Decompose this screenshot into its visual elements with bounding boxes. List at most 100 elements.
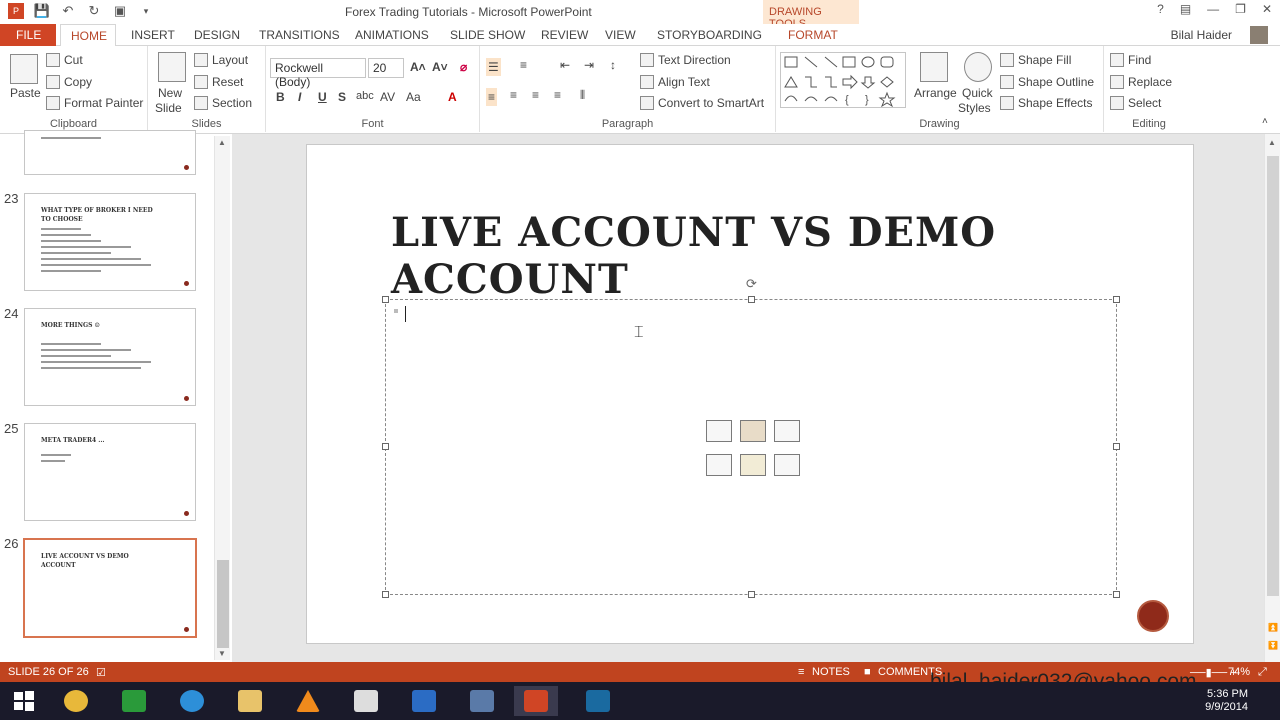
slide-thumbnail-22[interactable]	[24, 130, 196, 175]
undo-icon[interactable]: ↶	[60, 3, 76, 19]
arrange-button[interactable]: Arrange	[914, 86, 957, 100]
editor-scrollbar[interactable]: ▲ ⏫ ⏬	[1264, 134, 1280, 662]
shape-effects-button[interactable]: Shape Effects	[1000, 96, 1093, 110]
slide-title[interactable]: LIVE ACCOUNT VS DEMO ACCOUNT	[391, 209, 1193, 303]
start-button[interactable]	[2, 686, 46, 716]
notes-button[interactable]: NOTES	[812, 666, 850, 678]
help-icon[interactable]: ?	[1157, 2, 1164, 16]
mail-taskbar-button[interactable]	[402, 686, 446, 716]
vlc-taskbar-button[interactable]	[286, 686, 330, 716]
comments-icon[interactable]: ■	[864, 666, 871, 678]
shapes-gallery[interactable]: {}	[780, 52, 906, 108]
thumbnail-scrollbar[interactable]: ▲ ▼	[214, 136, 230, 660]
start-from-beginning-icon[interactable]: ▣	[112, 3, 128, 19]
align-center-icon[interactable]: ≡	[510, 88, 517, 102]
shape-outline-button[interactable]: Shape Outline	[1000, 75, 1094, 89]
numbering-icon[interactable]: ≡	[520, 58, 527, 72]
restore-icon[interactable]: ❐	[1235, 2, 1246, 16]
format-painter-button[interactable]: Format Painter	[46, 96, 143, 110]
collapse-ribbon-icon[interactable]: ˄	[1262, 116, 1268, 127]
powerpoint-app-icon[interactable]: P	[8, 3, 24, 19]
quick-styles-icon[interactable]	[964, 52, 992, 82]
customize-qat-icon[interactable]: ▾	[138, 3, 154, 19]
grow-font-icon[interactable]: A˄	[410, 60, 426, 74]
columns-icon[interactable]: ⫴	[580, 88, 585, 103]
content-placeholder[interactable]: ⟳ ⌶	[382, 276, 1120, 598]
insert-chart-icon[interactable]	[740, 420, 766, 442]
resize-handle[interactable]	[748, 296, 755, 303]
recorder-taskbar-button[interactable]	[460, 686, 504, 716]
paste-icon[interactable]	[10, 54, 38, 84]
prev-slide-icon[interactable]: ⏫	[1268, 623, 1278, 632]
tab-design[interactable]: DESIGN	[194, 28, 240, 42]
align-right-icon[interactable]: ≡	[532, 88, 539, 102]
online-pictures-icon[interactable]	[740, 454, 766, 476]
tab-animations[interactable]: ANIMATIONS	[355, 28, 429, 42]
scroll-up-icon[interactable]: ▲	[218, 138, 226, 147]
font-name-combo[interactable]: Rockwell (Body)	[270, 58, 366, 89]
convert-smartart-button[interactable]: Convert to SmartArt	[640, 96, 764, 110]
justify-icon[interactable]: ≡	[554, 88, 561, 102]
explorer-taskbar-button[interactable]	[228, 686, 272, 716]
insert-smartart-icon[interactable]	[774, 420, 800, 442]
resize-handle[interactable]	[1113, 443, 1120, 450]
ie-taskbar-button[interactable]	[170, 686, 214, 716]
bold-icon[interactable]: B	[276, 90, 285, 104]
scroll-down-icon[interactable]: ▼	[218, 649, 226, 658]
replace-button[interactable]: Replace	[1110, 75, 1172, 89]
thumbnail-scroll-thumb[interactable]	[217, 560, 229, 648]
tab-format[interactable]: FORMAT	[788, 28, 838, 42]
clear-formatting-icon[interactable]: ⌀	[460, 60, 467, 74]
slide-thumbnail-24[interactable]: MORE THINGS ☺	[24, 308, 196, 406]
character-spacing-icon[interactable]: AV	[380, 90, 395, 104]
rotate-handle-icon[interactable]: ⟳	[746, 276, 757, 292]
strikethrough-icon[interactable]: abc	[356, 90, 374, 102]
save-icon[interactable]: 💾	[34, 3, 50, 19]
spelling-icon[interactable]: ☑	[96, 666, 106, 679]
unity-taskbar-button[interactable]	[344, 686, 388, 716]
decrease-indent-icon[interactable]: ⇤	[560, 58, 570, 72]
next-slide-icon[interactable]: ⏬	[1268, 641, 1278, 650]
slide-thumbnail-23[interactable]: WHAT TYPE OF BROKER I NEED TO CHOOSE	[24, 193, 196, 291]
resize-handle[interactable]	[382, 443, 389, 450]
new-slide-label-2[interactable]: Slide	[155, 101, 182, 115]
fit-slide-icon[interactable]: ⤢	[1258, 666, 1267, 679]
minimize-icon[interactable]: —	[1207, 2, 1219, 16]
layout-button[interactable]: Layout	[194, 53, 248, 67]
section-button[interactable]: Section	[194, 96, 252, 110]
tab-transitions[interactable]: TRANSITIONS	[259, 28, 340, 42]
slide-thumbnail-pane[interactable]: 23 WHAT TYPE OF BROKER I NEED TO CHOOSE …	[0, 130, 232, 662]
copy-button[interactable]: Copy	[46, 75, 92, 89]
publisher-taskbar-button[interactable]	[576, 686, 620, 716]
quick-styles-label-1[interactable]: Quick	[962, 86, 993, 100]
find-button[interactable]: Find	[1110, 53, 1151, 67]
tab-storyboarding[interactable]: STORYBOARDING	[657, 28, 762, 42]
select-button[interactable]: Select	[1110, 96, 1161, 110]
line-spacing-icon[interactable]: ↕	[610, 58, 616, 72]
tab-insert[interactable]: INSERT	[131, 28, 175, 42]
scroll-up-icon[interactable]: ▲	[1268, 138, 1276, 147]
notes-icon[interactable]: ≡	[798, 666, 804, 678]
chrome-taskbar-button[interactable]	[54, 686, 98, 716]
arrange-icon[interactable]	[920, 52, 948, 82]
resize-handle[interactable]	[382, 591, 389, 598]
avatar[interactable]	[1250, 26, 1268, 44]
resize-handle[interactable]	[382, 296, 389, 303]
insert-table-icon[interactable]	[706, 420, 732, 442]
tab-view[interactable]: VIEW	[605, 28, 636, 42]
slide-thumbnail-26[interactable]: LIVE ACCOUNT VS DEMO ACCOUNT	[23, 538, 197, 638]
align-left-icon[interactable]: ≡	[486, 88, 498, 106]
resize-handle[interactable]	[1113, 591, 1120, 598]
tab-home[interactable]: HOME	[60, 24, 116, 47]
text-direction-button[interactable]: Text Direction	[640, 53, 731, 67]
store-taskbar-button[interactable]	[112, 686, 156, 716]
slide-thumbnail-25[interactable]: META TRADER4 ...	[24, 423, 196, 521]
reset-button[interactable]: Reset	[194, 75, 243, 89]
powerpoint-taskbar-button[interactable]	[514, 686, 558, 716]
change-case-icon[interactable]: Aa	[406, 90, 421, 104]
insert-picture-icon[interactable]	[706, 454, 732, 476]
cut-button[interactable]: Cut	[46, 53, 83, 67]
increase-indent-icon[interactable]: ⇥	[584, 58, 594, 72]
paste-button[interactable]: Paste	[10, 86, 41, 100]
tab-slide-show[interactable]: SLIDE SHOW	[450, 28, 525, 42]
